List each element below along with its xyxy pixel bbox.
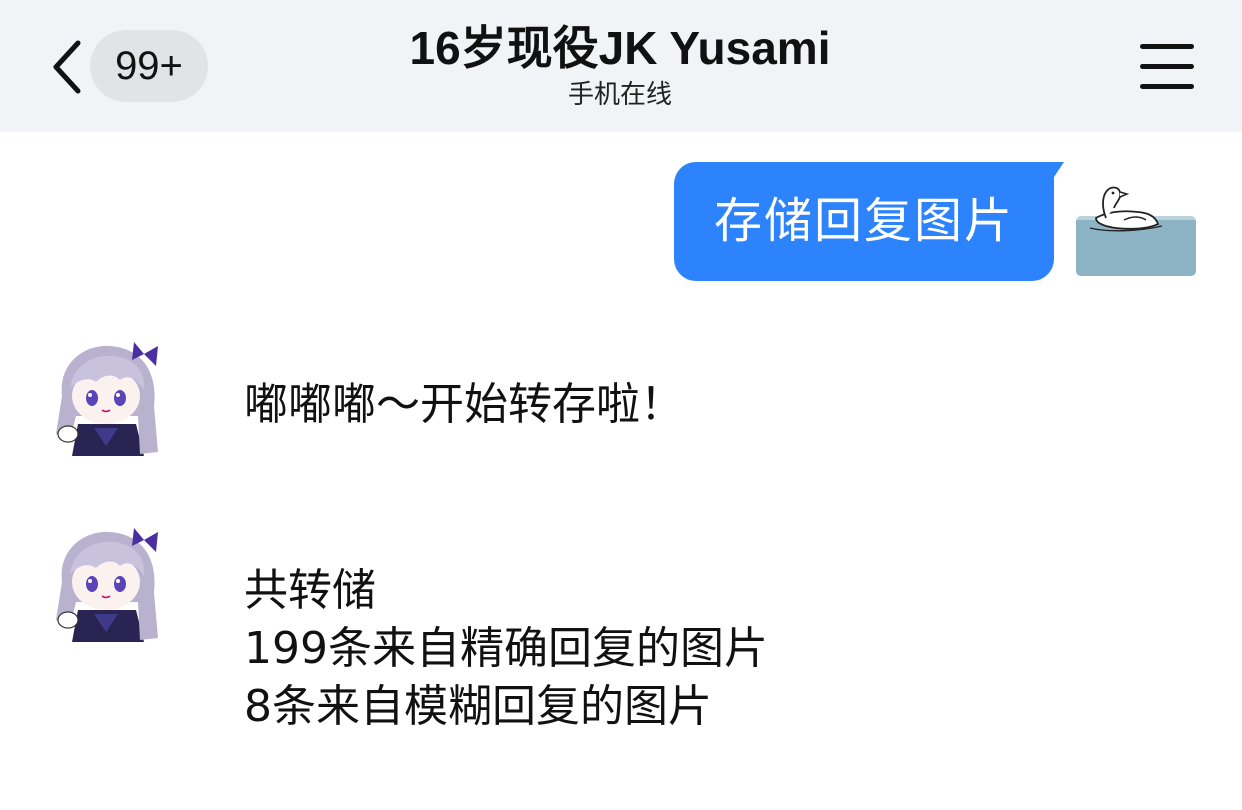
message-line: 共转储 (244, 565, 376, 616)
message-line: 8条来自模糊回复的图片 (244, 681, 712, 732)
chat-title-block[interactable]: 16岁现役JK Yusami 手机在线 (320, 18, 920, 112)
online-status: 手机在线 (567, 80, 672, 110)
unread-count-badge[interactable]: 99+ (90, 30, 208, 102)
chat-header: 99+ 16岁现役JK Yusami 手机在线 (0, 0, 1242, 132)
menu-button[interactable] (1140, 42, 1194, 90)
anime-girl-avatar[interactable] (48, 522, 166, 642)
contact-name: 16岁现役JK Yusami (409, 22, 831, 74)
message-line: 199条来自精确回复的图片 (244, 623, 768, 674)
outgoing-message-bubble[interactable]: 存储回复图片 (674, 162, 1064, 281)
message-text: 嘟嘟嘟～开始转存啦！ (244, 379, 684, 430)
back-button[interactable] (44, 36, 88, 98)
chevron-left-icon (53, 40, 81, 94)
incoming-message[interactable]: 共转储 199条来自精确回复的图片 8条来自模糊回复的图片 (244, 562, 768, 736)
duck-avatar[interactable] (1076, 182, 1196, 278)
hamburger-menu-icon (1140, 42, 1194, 90)
incoming-message[interactable]: 嘟嘟嘟～开始转存啦！ (244, 376, 684, 434)
anime-girl-avatar[interactable] (48, 336, 166, 456)
